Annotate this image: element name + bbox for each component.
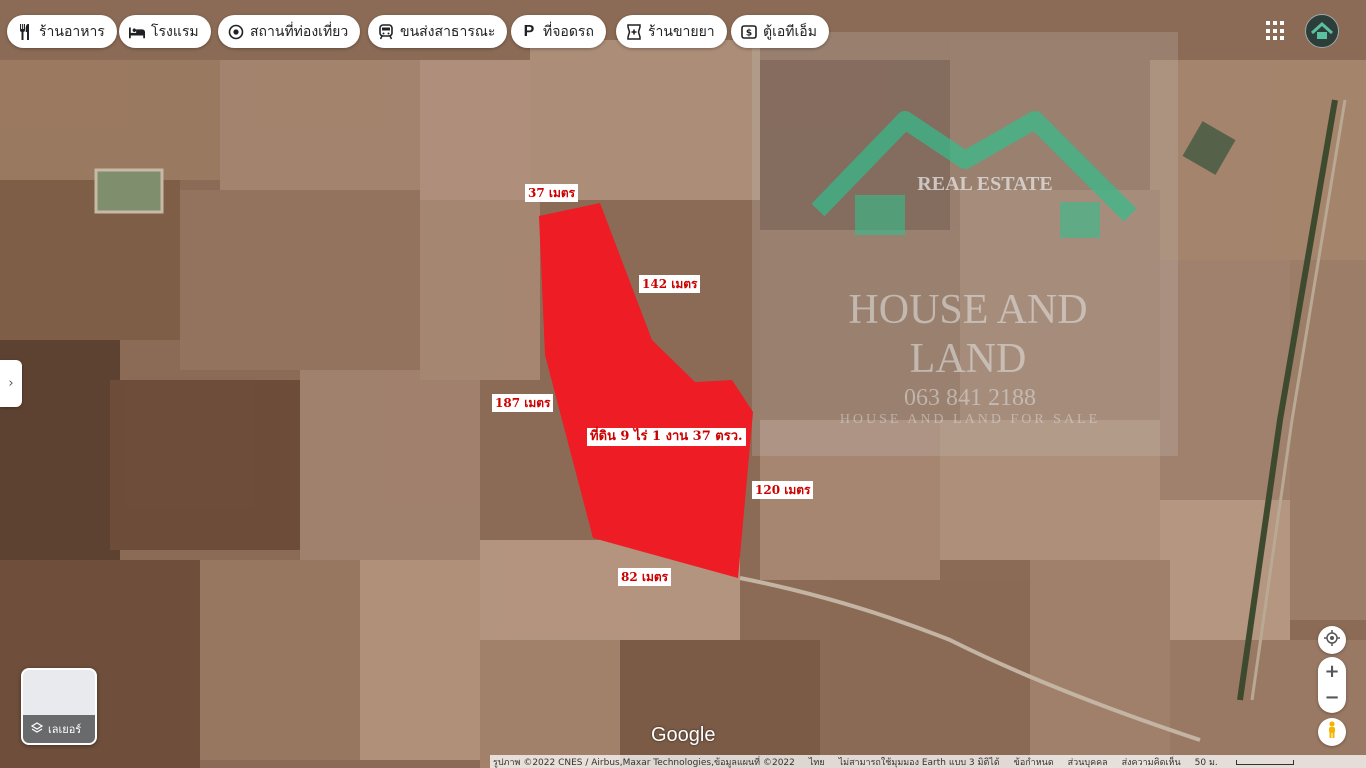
plot-label-northeast: 142 เมตร bbox=[639, 275, 701, 293]
zoom-out-button[interactable]: − bbox=[1324, 685, 1339, 711]
plot-label-area: ที่ดิน 9 ไร่ 1 งาน 37 ตรว. bbox=[587, 428, 746, 446]
side-panel-toggle[interactable]: › bbox=[0, 360, 22, 407]
chevron-right-icon: › bbox=[8, 376, 14, 391]
svg-text:$: $ bbox=[746, 28, 752, 38]
chip-pharmacy[interactable]: ร้านขายยา bbox=[616, 15, 727, 48]
zoom-controls: + − bbox=[1318, 657, 1346, 713]
chip-label: ขนส่งสาธารณะ bbox=[400, 23, 496, 40]
privacy-link[interactable]: ส่วนบุคคล bbox=[1068, 755, 1108, 768]
feedback-link[interactable]: ส่งความคิดเห็น bbox=[1122, 755, 1181, 768]
watermark-phone: 063 841 2188 bbox=[904, 385, 1036, 411]
scale-label: 50 ม. bbox=[1194, 757, 1218, 768]
earth-3d-notice: ไม่สามารถใช้มุมมอง Earth แบบ 3 มิติได้ bbox=[838, 757, 1000, 768]
plot-label-west: 187 เมตร bbox=[492, 394, 554, 412]
atm-icon: $ bbox=[741, 24, 757, 40]
layers-button[interactable]: เลเยอร์ bbox=[21, 668, 97, 745]
plot-label-east: 120 เมตร bbox=[752, 481, 814, 499]
chip-hotels[interactable]: โรงแรม bbox=[119, 15, 211, 48]
parking-icon: P bbox=[523, 22, 535, 40]
scale-line bbox=[1235, 759, 1294, 765]
layers-icon bbox=[30, 721, 44, 737]
zoom-in-button[interactable]: + bbox=[1324, 659, 1339, 685]
train-icon bbox=[378, 23, 394, 40]
my-location-icon bbox=[1324, 630, 1340, 650]
watermark-real-estate: REAL ESTATE bbox=[917, 173, 1052, 195]
plot-label-top: 37 เมตร bbox=[525, 184, 579, 202]
chip-label: ร้านขายยา bbox=[648, 23, 715, 40]
pharmacy-icon bbox=[626, 23, 642, 40]
chip-label: ตู้เอทีเอ็ม bbox=[763, 23, 817, 40]
chip-attractions[interactable]: สถานที่ท่องเที่ยว bbox=[218, 15, 361, 48]
map-footer: รูปภาพ ©2022 CNES / Airbus,Maxar Technol… bbox=[490, 755, 1366, 768]
imagery-attribution: รูปภาพ ©2022 CNES / Airbus,Maxar Technol… bbox=[493, 757, 795, 768]
chip-label: ร้านอาหาร bbox=[39, 23, 105, 40]
google-logo: Google bbox=[651, 724, 716, 746]
apps-grid-icon[interactable] bbox=[1266, 21, 1286, 41]
account-avatar[interactable] bbox=[1305, 14, 1339, 48]
language-link[interactable]: ไทย bbox=[809, 755, 825, 768]
chip-restaurants[interactable]: ร้านอาหาร bbox=[7, 15, 117, 48]
chip-label: โรงแรม bbox=[151, 23, 199, 40]
pegman-icon bbox=[1326, 721, 1338, 743]
satellite-map[interactable]: REAL ESTATE HOUSE AND LAND 063 841 2188 … bbox=[0, 0, 1366, 768]
chip-atm[interactable]: $ ตู้เอทีเอ็ม bbox=[731, 15, 829, 48]
bed-icon bbox=[129, 24, 145, 40]
plot-label-south: 82 เมตร bbox=[618, 568, 672, 586]
watermark-land: LAND bbox=[910, 336, 1027, 382]
chip-parking[interactable]: P ที่จอดรถ bbox=[511, 15, 606, 48]
my-location-button[interactable] bbox=[1318, 626, 1346, 654]
utensils-icon bbox=[17, 23, 33, 40]
scale-bar[interactable]: 50 ม. bbox=[1195, 755, 1308, 768]
chip-transit[interactable]: ขนส่งสาธารณะ bbox=[368, 15, 508, 48]
watermark-tagline: HOUSE AND LAND FOR SALE bbox=[840, 412, 1100, 427]
chip-label: ที่จอดรถ bbox=[543, 23, 594, 40]
watermark-house-and: HOUSE AND bbox=[848, 287, 1087, 333]
terms-link[interactable]: ข้อกำหนด bbox=[1014, 755, 1054, 768]
layers-label: เลเยอร์ bbox=[48, 723, 82, 736]
chip-label: สถานที่ท่องเที่ยว bbox=[250, 23, 349, 40]
camera-icon bbox=[228, 24, 244, 40]
street-view-pegman[interactable] bbox=[1318, 718, 1346, 746]
